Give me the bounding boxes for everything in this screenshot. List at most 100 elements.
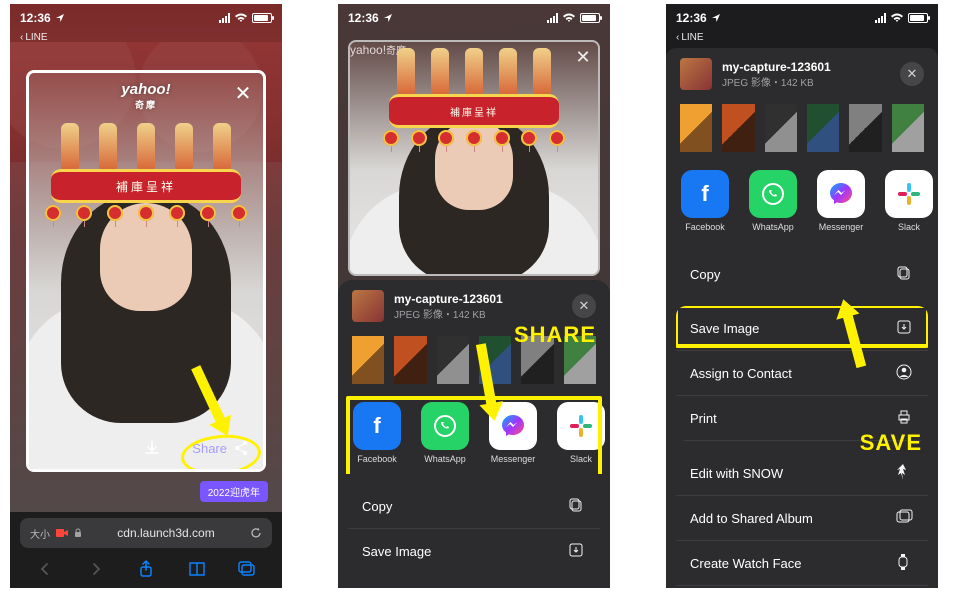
app-messenger[interactable]: Messenger [488, 402, 538, 464]
lock-icon [74, 528, 82, 538]
action-assign-contact[interactable]: Assign to Contact [676, 351, 928, 396]
url-domain: cdn.launch3d.com [88, 526, 244, 540]
share-sheet: my-capture-123601 JPEG 影像・142 KB ✕ fFace… [666, 48, 938, 588]
apps-row: f Facebook WhatsApp Messenger [338, 394, 610, 474]
action-shared-album[interactable]: Add to Shared Album [676, 496, 928, 541]
status-time: 12:36 [676, 11, 707, 25]
share-sheet-icon[interactable] [135, 558, 157, 580]
back-to-app[interactable]: ‹ LINE [10, 32, 282, 47]
status-bar: 12:36 [10, 4, 282, 32]
file-thumbnail [352, 290, 384, 322]
wifi-icon [890, 13, 904, 23]
save-icon [896, 319, 914, 337]
messenger-icon [817, 170, 865, 218]
messenger-icon [489, 402, 537, 450]
bookmarks-icon[interactable] [186, 558, 208, 580]
download-icon[interactable] [142, 438, 162, 458]
actions-group-3: Edit with SNOW Add to Shared Album Creat… [676, 451, 928, 588]
battery-icon [252, 13, 272, 23]
app-whatsapp[interactable]: WhatsApp [420, 402, 470, 464]
signal-icon [219, 13, 230, 23]
action-save-image[interactable]: Save Image [348, 529, 600, 573]
safari-nav [10, 548, 282, 580]
action-watch-face[interactable]: Create Watch Face [676, 541, 928, 586]
action-copy[interactable]: Copy [348, 484, 600, 529]
share-button[interactable]: Share [192, 440, 249, 456]
frame-toolbar: Share [29, 427, 263, 469]
reload-icon[interactable] [250, 527, 262, 539]
camera-icon [56, 528, 68, 538]
chevron-left-icon: ‹ [676, 32, 679, 43]
back-icon[interactable] [34, 558, 56, 580]
share-sheet: my-capture-123601 JPEG 影像・142 KB ✕ f Fac… [338, 280, 610, 588]
yahoo-logo: yahoo! 奇摩 [121, 81, 170, 111]
share-label: Share [192, 441, 227, 456]
app-messenger[interactable]: Messenger [816, 170, 866, 232]
file-meta: JPEG 影像・142 KB [722, 74, 831, 89]
phone-screenshot-1: 12:36 ‹ LINE 補庫呈祥 yaho [10, 4, 282, 588]
share-icon [233, 440, 249, 456]
action-copy[interactable]: Copy [676, 252, 928, 296]
address-bar[interactable]: 大小 cdn.launch3d.com [20, 518, 272, 548]
action-print[interactable]: Print [676, 396, 928, 441]
slack-icon [885, 170, 933, 218]
battery-icon [580, 13, 600, 23]
capture-frame: 補庫呈祥 yahoo! 奇摩 ✕ Share [26, 70, 266, 472]
close-sheet-icon[interactable]: ✕ [572, 294, 596, 318]
status-time: 12:36 [348, 11, 379, 25]
text-size-button[interactable]: 大小 [30, 526, 50, 541]
actions-group: Copy Save Image [348, 484, 600, 573]
app-facebook[interactable]: f Facebook [352, 402, 402, 464]
year-badge[interactable]: 2022迎虎年 [200, 481, 268, 502]
album-icon [896, 509, 914, 527]
battery-icon [908, 13, 928, 23]
wifi-icon [562, 13, 576, 23]
action-edit-snow[interactable]: Edit with SNOW [676, 451, 928, 496]
signal-icon [875, 13, 886, 23]
app-whatsapp[interactable]: WhatsApp [748, 170, 798, 232]
watch-icon [896, 554, 914, 572]
close-icon[interactable]: ✕ [572, 46, 594, 68]
contacts-row[interactable] [352, 336, 596, 384]
contacts-row[interactable] [680, 104, 924, 152]
forward-icon[interactable] [85, 558, 107, 580]
location-icon [55, 13, 65, 23]
slack-icon [557, 402, 605, 450]
back-to-app[interactable]: ‹ LINE [666, 32, 938, 47]
file-meta: JPEG 影像・142 KB [394, 306, 503, 321]
safari-bottom-bar: 大小 cdn.launch3d.com [10, 512, 282, 588]
status-time: 12:36 [20, 11, 51, 25]
facebook-icon: f [353, 402, 401, 450]
actions-group-2: Save Image Assign to Contact Print [676, 306, 928, 441]
app-facebook[interactable]: fFacebook [680, 170, 730, 232]
file-header: my-capture-123601 JPEG 影像・142 KB ✕ [338, 290, 610, 332]
file-header: my-capture-123601 JPEG 影像・142 KB ✕ [666, 58, 938, 100]
hat-banner: 補庫呈祥 [51, 169, 241, 203]
snow-icon [896, 464, 914, 482]
phone-screenshot-3: 12:36 ‹ LINE my-capture-123601 JPEG 影像・1… [666, 4, 938, 588]
copy-icon [568, 497, 586, 515]
contact-icon [896, 364, 914, 382]
location-icon [383, 13, 393, 23]
save-icon [568, 542, 586, 560]
action-save-files[interactable]: Save to Files [676, 586, 928, 588]
apps-row: fFacebook WhatsApp Messenger Slack In [666, 162, 938, 242]
app-slack[interactable]: Slack [556, 402, 606, 464]
tabs-icon[interactable] [236, 558, 258, 580]
file-name: my-capture-123601 [394, 292, 503, 306]
actions-group-1: Copy [676, 252, 928, 296]
facebook-icon: f [681, 170, 729, 218]
close-icon[interactable]: ✕ [229, 79, 257, 107]
signal-icon [547, 13, 558, 23]
ar-hat-overlay: 補庫呈祥 [51, 103, 241, 203]
file-thumbnail [680, 58, 712, 90]
status-bar: 12:36 [666, 4, 938, 32]
copy-icon [896, 265, 914, 283]
wifi-icon [234, 13, 248, 23]
status-bar: 12:36 [338, 4, 610, 32]
chevron-left-icon: ‹ [20, 32, 23, 43]
print-icon [896, 409, 914, 427]
action-save-image[interactable]: Save Image [676, 306, 928, 351]
close-sheet-icon[interactable]: ✕ [900, 62, 924, 86]
app-slack[interactable]: Slack [884, 170, 934, 232]
